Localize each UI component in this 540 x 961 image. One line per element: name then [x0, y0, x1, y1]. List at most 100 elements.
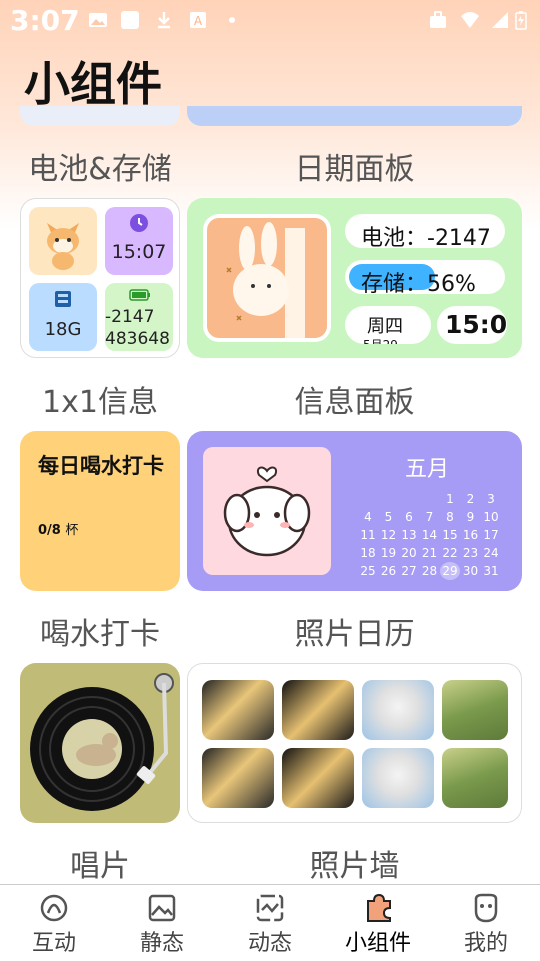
section-label-photo-calendar: 照片日历 [294, 617, 415, 652]
calendar-day: 31 [483, 564, 499, 578]
calendar-day: 15 [442, 528, 458, 542]
section-label-date-panel: 日期面板 [294, 152, 415, 187]
record-player-widget[interactable] [20, 663, 180, 823]
calendar-day: 21 [421, 546, 438, 560]
date-panel-widget[interactable]: 电池：-2147 存储：56% 周四 5月29 15:0 [187, 198, 522, 358]
calendar-day: 14 [421, 528, 438, 542]
section-label-info-panel: 信息面板 [294, 385, 415, 420]
calendar-day: 9 [466, 510, 475, 524]
avatar-tile [29, 207, 97, 275]
calendar-month: 五月 [404, 457, 449, 482]
calendar-day: 24 [483, 546, 499, 560]
app-notification-icon [121, 11, 139, 29]
photo-wall-item [282, 680, 354, 740]
svg-text:A: A [194, 14, 203, 28]
section-label-battery-storage: 电池&存储 [28, 152, 172, 187]
dynamic-icon [256, 894, 284, 922]
calendar-day: 7 [425, 510, 434, 524]
nav-item-static[interactable]: 静态 [108, 885, 216, 961]
time-value: 15:07 [111, 241, 167, 263]
calendar-day: 22 [442, 546, 458, 560]
fox-avatar-icon [47, 223, 79, 270]
puppy-illustration-icon [223, 466, 311, 557]
nav-label: 互动 [31, 931, 76, 956]
battery-value-line1: -2147 [105, 307, 155, 327]
calendar-day: 1 [446, 492, 454, 506]
calendar-day: 10 [483, 510, 499, 524]
calendar-day: 2 [466, 492, 475, 506]
battery-storage-widget[interactable]: 15:07 18G -2147 483648 [20, 198, 180, 358]
calendar-day: 11 [360, 528, 376, 542]
calendar-day: 20 [401, 546, 417, 560]
nav-item-dynamic[interactable]: 动态 [216, 885, 324, 961]
weekday-text: 周四 [367, 316, 403, 337]
time-pill: 15:0 [437, 306, 507, 344]
status-bar: 3:07 A [0, 0, 540, 44]
battery-value-line2: 483648 [105, 329, 170, 349]
download-icon [158, 12, 170, 29]
photo-wall-item [442, 680, 508, 740]
interact-icon [40, 894, 68, 922]
water-count-row: 0/8 杯 [38, 519, 78, 538]
calendar-day: 18 [360, 546, 376, 560]
weekday-pill: 周四 5月29 [345, 306, 431, 344]
storage-tile: 18G [29, 283, 97, 351]
calendar-day: 30 [462, 564, 479, 578]
calendar-day: 29 [440, 562, 460, 580]
calendar-day: 28 [421, 564, 438, 578]
storage-icon [55, 291, 71, 307]
nav-item-interact[interactable]: 互动 [0, 885, 108, 961]
time-tile: 15:07 [105, 207, 173, 275]
font-notification-icon: A [190, 12, 206, 28]
calendar-day: 3 [487, 492, 495, 506]
calendar-day: 26 [380, 564, 397, 578]
water-unit: 杯 [65, 523, 79, 538]
photo-wall-item [362, 680, 434, 740]
water-title: 每日喝水打卡 [38, 454, 164, 478]
nav-item-widgets[interactable]: 小组件 [324, 885, 432, 961]
nav-label: 我的 [463, 931, 508, 956]
water-count: 0/8 [38, 523, 61, 538]
photo-wall-item [202, 680, 274, 740]
calendar-day: 4 [364, 510, 372, 524]
wifi-icon [461, 12, 479, 28]
battery-pill: 电池：-2147 [345, 214, 505, 248]
nav-label: 静态 [139, 931, 184, 956]
photo-wall-item [362, 748, 434, 808]
calendar-day: 8 [446, 510, 454, 524]
nav-label: 动态 [247, 931, 292, 956]
briefcase-icon [430, 11, 446, 28]
storage-pill-text: 存储：56% [361, 272, 476, 294]
status-time: 3:07 [10, 4, 80, 37]
puzzle-icon [367, 893, 391, 922]
photo-wall-widget[interactable] [187, 663, 522, 823]
battery-pill-text: 电池：-2147 [361, 226, 491, 248]
water-checkin-widget[interactable]: 每日喝水打卡 0/8 杯 [20, 431, 180, 591]
signal-icon [492, 12, 508, 28]
section-label-photo-wall: 照片墙 [309, 849, 400, 884]
nav-label: 小组件 [344, 931, 411, 956]
bunny-illustration-icon [226, 222, 305, 338]
vinyl-record-icon [30, 673, 174, 811]
calendar-day: 17 [483, 528, 499, 542]
storage-pill: 存储：56% [345, 260, 505, 294]
calendar-day: 27 [401, 564, 417, 578]
date-partial-text: 5月29 [363, 336, 398, 344]
page-title: 小组件 [24, 57, 162, 111]
nav-item-profile[interactable]: 我的 [432, 885, 540, 961]
battery-icon [515, 11, 527, 30]
calendar-day: 25 [360, 564, 376, 578]
calendar-day: 5 [384, 510, 393, 524]
storage-value: 18G [44, 319, 82, 340]
previous-widget-card[interactable] [20, 106, 180, 126]
gallery-notification-icon [89, 13, 107, 27]
previous-widget-card[interactable] [187, 106, 522, 126]
photo-wall-item [442, 748, 508, 808]
date-panel-photo-frame [203, 214, 331, 342]
calendar-day: 13 [401, 528, 417, 542]
section-label-1x1-info: 1x1信息 [42, 385, 158, 420]
dot-icon [229, 17, 235, 23]
clock-icon [130, 214, 148, 232]
section-label-water: 喝水打卡 [40, 617, 160, 652]
calendar-day: 23 [462, 546, 479, 560]
